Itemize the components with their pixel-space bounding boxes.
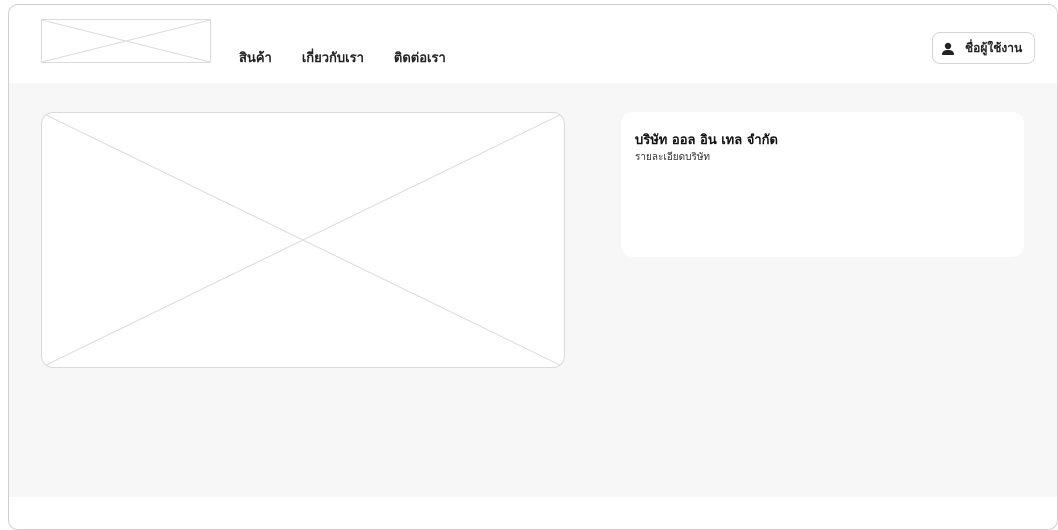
nav-item-products[interactable]: สินค้า bbox=[239, 47, 272, 68]
user-menu-button[interactable]: ชื่อผู้ใช้งาน bbox=[932, 32, 1035, 64]
main-content: บริษัท ออล อิน เทล จำกัด รายละเอียดบริษั… bbox=[9, 83, 1057, 497]
nav-item-about[interactable]: เกี่ยวกับเรา bbox=[302, 47, 364, 68]
company-name: บริษัท ออล อิน เทล จำกัด bbox=[635, 133, 778, 148]
logo-placeholder[interactable] bbox=[41, 19, 211, 63]
company-description: รายละเอียดบริษัท bbox=[635, 152, 711, 163]
nav-item-contact[interactable]: ติดต่อเรา bbox=[394, 47, 446, 68]
image-placeholder-icon bbox=[42, 113, 564, 367]
image-placeholder-icon bbox=[42, 20, 210, 62]
top-navbar: สินค้า เกี่ยวกับเรา ติดต่อเรา ชื่อผู้ใช้… bbox=[9, 5, 1057, 83]
user-icon bbox=[941, 41, 955, 55]
hero-image-placeholder bbox=[41, 112, 565, 368]
user-name-label: ชื่อผู้ใช้งาน bbox=[965, 40, 1023, 55]
app-window: สินค้า เกี่ยวกับเรา ติดต่อเรา ชื่อผู้ใช้… bbox=[8, 4, 1058, 530]
main-nav: สินค้า เกี่ยวกับเรา ติดต่อเรา bbox=[239, 47, 446, 68]
company-info-card: บริษัท ออล อิน เทล จำกัด รายละเอียดบริษั… bbox=[621, 112, 1024, 257]
